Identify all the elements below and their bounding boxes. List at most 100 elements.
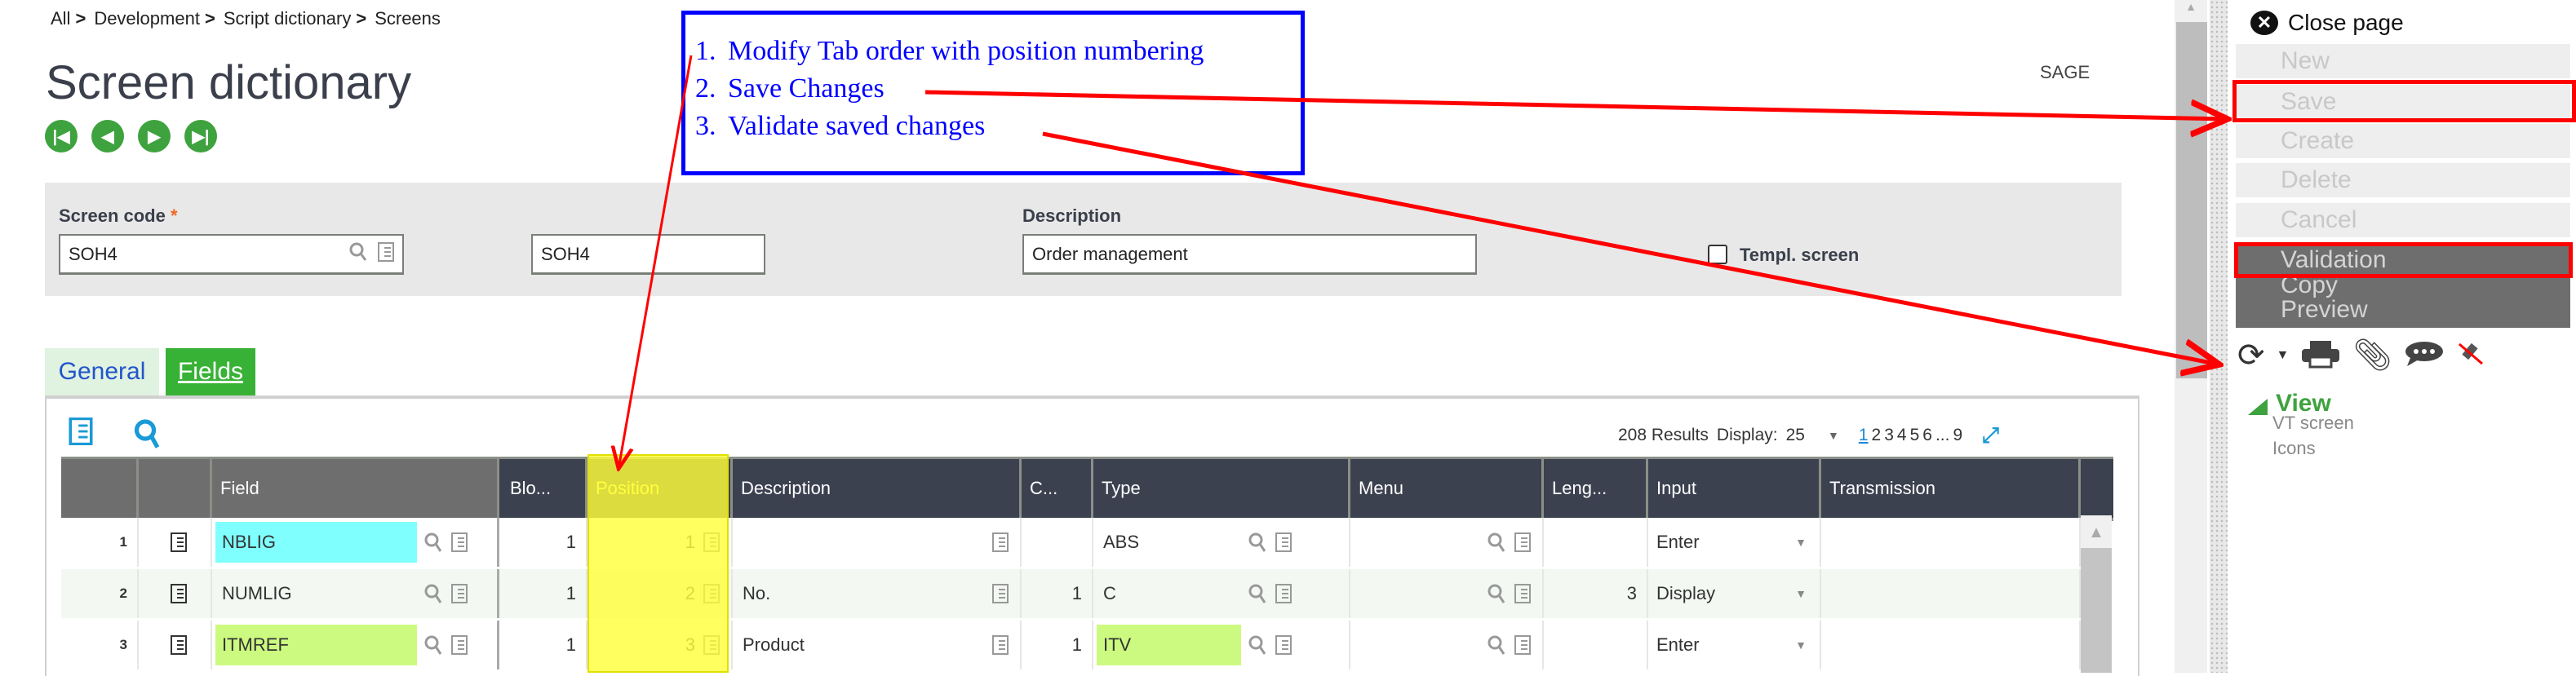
column-header-position[interactable]: Position — [587, 459, 733, 518]
column-header-field[interactable]: Field — [212, 459, 499, 518]
breadcrumb-script-dictionary[interactable]: Script dictionary — [224, 8, 352, 29]
attachment-icon[interactable]: 📎︎ — [2352, 338, 2392, 373]
detail-icon[interactable] — [378, 241, 394, 267]
cell-field[interactable]: ITMREF — [212, 621, 499, 669]
first-record-icon[interactable]: |◀ — [45, 120, 78, 152]
screen-code-input[interactable]: SOH4 — [59, 234, 404, 275]
cancel-button[interactable]: Cancel — [2236, 203, 2570, 237]
chevron-down-icon[interactable]: ▼ — [1795, 536, 1807, 549]
tab-general[interactable]: General — [45, 348, 159, 395]
search-icon[interactable] — [1248, 582, 1267, 605]
cell-transmission[interactable] — [1821, 569, 2081, 618]
page-link-4[interactable]: 4 — [1897, 426, 1907, 445]
cell-menu[interactable] — [1350, 569, 1544, 618]
detail-icon[interactable] — [1275, 584, 1292, 603]
cell-position[interactable]: 3 — [587, 621, 733, 669]
cell-input[interactable]: Enter ▼ — [1648, 518, 1821, 567]
cell-type[interactable]: ABS — [1093, 518, 1350, 567]
panel-splitter-handle[interactable] — [2210, 0, 2228, 673]
templ-screen-checkbox[interactable] — [1708, 245, 1727, 264]
breadcrumb-all[interactable]: All — [51, 8, 70, 29]
tab-fields[interactable]: Fields — [166, 348, 255, 395]
copy-button[interactable]: Copy — [2281, 272, 2338, 299]
grid-scrollbar[interactable]: ▲ — [2081, 515, 2112, 673]
unpin-icon[interactable] — [2456, 339, 2485, 373]
cell-transmission[interactable] — [1821, 621, 2081, 669]
cell-length[interactable]: 3 — [1544, 569, 1648, 618]
cell-length[interactable] — [1544, 621, 1648, 669]
cell-description[interactable]: Product — [733, 621, 1022, 669]
page-link-2[interactable]: 2 — [1872, 426, 1882, 445]
search-icon[interactable] — [1248, 634, 1267, 656]
print-icon[interactable] — [2300, 339, 2341, 373]
column-header-block[interactable]: Blo... — [502, 459, 587, 518]
detail-icon[interactable] — [703, 584, 720, 603]
column-header-length[interactable]: Leng... — [1544, 459, 1648, 518]
cell-field[interactable]: NBLIG — [212, 518, 499, 567]
column-header-transmission[interactable]: Transmission — [1821, 459, 2081, 518]
page-link-3[interactable]: 3 — [1884, 426, 1894, 445]
save-button[interactable]: Save — [2236, 85, 2570, 119]
cell-input[interactable]: Enter ▼ — [1648, 621, 1821, 669]
cell-transmission[interactable] — [1821, 518, 2081, 567]
cell-block[interactable]: 1 — [502, 518, 587, 567]
preview-button[interactable]: Preview — [2281, 296, 2368, 324]
cell-description[interactable] — [733, 518, 1022, 567]
cell-block[interactable]: 1 — [502, 621, 587, 669]
page-link-5[interactable]: 5 — [1910, 426, 1920, 445]
cell-menu[interactable] — [1350, 621, 1544, 669]
detail-icon[interactable] — [1514, 532, 1531, 552]
table-row[interactable]: 3 ITMREF 1 3 Product 1 ITV Enter ▼ — [61, 621, 2081, 669]
search-icon[interactable] — [1487, 582, 1506, 605]
detail-icon[interactable] — [992, 532, 1009, 552]
grid-search-icon[interactable] — [133, 418, 162, 454]
last-record-icon[interactable]: ▶| — [184, 120, 217, 152]
grid-scroll-thumb[interactable] — [2081, 548, 2112, 673]
cell-position[interactable]: 1 — [587, 518, 733, 567]
new-button[interactable]: New — [2236, 44, 2570, 78]
column-header-type[interactable]: Type — [1093, 459, 1350, 518]
scroll-up-icon[interactable]: ▲ — [2081, 524, 2112, 542]
cell-c[interactable]: 1 — [1022, 569, 1093, 618]
previous-record-icon[interactable]: ◀ — [91, 120, 124, 152]
cell-position[interactable]: 2 — [587, 569, 733, 618]
page-scroll-thumb[interactable] — [2176, 22, 2207, 378]
cell-type[interactable]: ITV — [1093, 621, 1350, 669]
screen-code-secondary-input[interactable]: SOH4 — [531, 234, 765, 275]
cell-length[interactable] — [1544, 518, 1648, 567]
row-detail-icon[interactable] — [171, 532, 187, 552]
validation-button[interactable]: Validation — [2281, 246, 2387, 274]
row-detail-icon[interactable] — [171, 584, 187, 603]
column-header-row-number[interactable] — [61, 459, 139, 518]
detail-icon[interactable] — [451, 584, 468, 603]
scroll-up-icon[interactable]: ▲ — [2175, 0, 2207, 13]
breadcrumb-screens[interactable]: Screens — [375, 8, 441, 29]
dropdown-caret-icon[interactable]: ▼ — [2277, 348, 2290, 363]
cell-menu[interactable] — [1350, 518, 1544, 567]
cell-description[interactable]: No. — [733, 569, 1022, 618]
detail-icon[interactable] — [451, 532, 468, 552]
chevron-down-icon[interactable]: ▼ — [1795, 587, 1807, 600]
cell-block[interactable]: 1 — [502, 569, 587, 618]
table-row[interactable]: 2 NUMLIG 1 2 No. 1 C 3 Display ▼ — [61, 569, 2081, 618]
column-header-input[interactable]: Input — [1648, 459, 1821, 518]
column-header-row-detail[interactable] — [139, 459, 212, 518]
cell-input[interactable]: Display ▼ — [1648, 569, 1821, 618]
detail-icon[interactable] — [451, 635, 468, 655]
detail-icon[interactable] — [1275, 532, 1292, 552]
detail-icon[interactable] — [1514, 635, 1531, 655]
create-button[interactable]: Create — [2236, 124, 2570, 158]
detail-icon[interactable] — [703, 532, 720, 552]
table-row[interactable]: 1 NBLIG 1 1 ABS Enter ▼ — [61, 518, 2081, 567]
description-input[interactable]: Order management — [1022, 234, 1477, 275]
comment-icon[interactable] — [2404, 340, 2445, 372]
icons-link[interactable]: Icons — [2272, 438, 2316, 459]
grid-detail-icon[interactable] — [67, 417, 95, 449]
cell-type[interactable]: C — [1093, 569, 1350, 618]
search-icon[interactable] — [1487, 634, 1506, 656]
row-detail-icon[interactable] — [171, 635, 187, 655]
delete-button[interactable]: Delete — [2236, 163, 2570, 197]
search-icon[interactable] — [1248, 531, 1267, 554]
detail-icon[interactable] — [1275, 635, 1292, 655]
page-link-6[interactable]: 6 — [1922, 426, 1932, 445]
